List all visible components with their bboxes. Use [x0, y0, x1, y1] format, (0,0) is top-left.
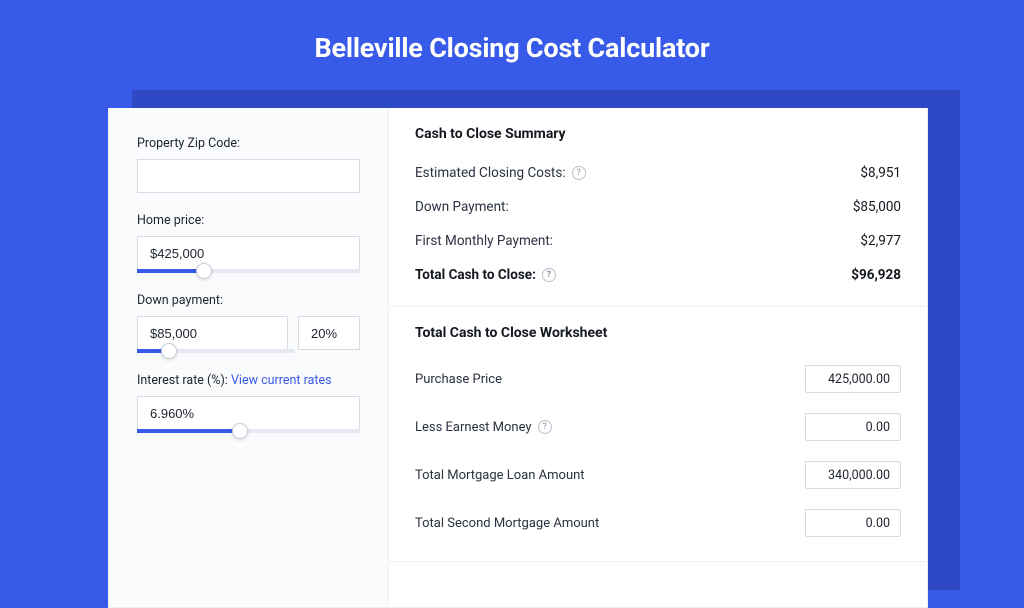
view-rates-link[interactable]: View current rates — [231, 373, 332, 388]
calculator-card: Property Zip Code: Home price: Down paym… — [108, 108, 928, 608]
interest-rate-field: Interest rate (%): View current rates — [137, 373, 360, 433]
worksheet-section: Total Cash to Close Worksheet Purchase P… — [389, 307, 927, 562]
home-price-slider[interactable] — [137, 269, 360, 273]
help-icon[interactable]: ? — [542, 268, 556, 282]
summary-first-label: First Monthly Payment: — [415, 233, 553, 249]
summary-down-label: Down Payment: — [415, 199, 509, 215]
summary-closing-value: $8,951 — [860, 165, 901, 181]
page-title: Belleville Closing Cost Calculator — [314, 32, 709, 64]
interest-rate-input[interactable] — [137, 396, 360, 430]
interest-rate-slider[interactable] — [137, 429, 360, 433]
worksheet-loan-label: Total Mortgage Loan Amount — [415, 468, 585, 483]
worksheet-title: Total Cash to Close Worksheet — [415, 325, 901, 341]
summary-section: Cash to Close Summary Estimated Closing … — [389, 108, 927, 307]
home-price-input[interactable] — [137, 236, 360, 270]
summary-row-total: Total Cash to Close: ? $96,928 — [415, 258, 901, 292]
summary-row-down: Down Payment: $85,000 — [415, 190, 901, 224]
down-payment-amount-input[interactable] — [137, 316, 288, 350]
interest-rate-label: Interest rate (%): View current rates — [137, 373, 360, 388]
summary-total-value: $96,928 — [851, 267, 901, 283]
interest-rate-slider-fill — [137, 429, 240, 433]
worksheet-row-earnest: Less Earnest Money ? 0.00 — [415, 403, 901, 451]
interest-rate-label-text: Interest rate (%): — [137, 373, 228, 388]
help-icon[interactable]: ? — [538, 420, 552, 434]
worksheet-second-label: Total Second Mortgage Amount — [415, 516, 599, 531]
worksheet-loan-value[interactable]: 340,000.00 — [805, 461, 901, 489]
home-price-slider-fill — [137, 269, 204, 273]
zip-field: Property Zip Code: — [137, 136, 360, 193]
down-payment-slider-thumb[interactable] — [161, 343, 177, 359]
down-payment-pct-input[interactable] — [298, 316, 360, 350]
worksheet-row-purchase: Purchase Price 425,000.00 — [415, 355, 901, 403]
home-price-slider-thumb[interactable] — [196, 263, 212, 279]
summary-row-first: First Monthly Payment: $2,977 — [415, 224, 901, 258]
help-icon[interactable]: ? — [572, 166, 586, 180]
summary-row-closing: Estimated Closing Costs: ? $8,951 — [415, 156, 901, 190]
worksheet-row-second: Total Second Mortgage Amount 0.00 — [415, 499, 901, 547]
results-panel: Cash to Close Summary Estimated Closing … — [389, 108, 927, 607]
worksheet-second-value[interactable]: 0.00 — [805, 509, 901, 537]
worksheet-row-loan: Total Mortgage Loan Amount 340,000.00 — [415, 451, 901, 499]
home-price-label: Home price: — [137, 213, 360, 228]
summary-down-value: $85,000 — [853, 199, 901, 215]
down-payment-field: Down payment: — [137, 293, 360, 353]
down-payment-label: Down payment: — [137, 293, 360, 308]
worksheet-purchase-label: Purchase Price — [415, 372, 502, 387]
summary-title: Cash to Close Summary — [415, 126, 901, 142]
summary-total-label: Total Cash to Close: — [415, 267, 536, 283]
worksheet-purchase-value[interactable]: 425,000.00 — [805, 365, 901, 393]
summary-first-value: $2,977 — [860, 233, 901, 249]
zip-label: Property Zip Code: — [137, 136, 360, 151]
home-price-field: Home price: — [137, 213, 360, 273]
interest-rate-slider-thumb[interactable] — [232, 423, 248, 439]
inputs-panel: Property Zip Code: Home price: Down paym… — [109, 108, 389, 607]
summary-closing-label: Estimated Closing Costs: — [415, 165, 566, 181]
worksheet-earnest-value[interactable]: 0.00 — [805, 413, 901, 441]
zip-input[interactable] — [137, 159, 360, 193]
down-payment-slider[interactable] — [137, 349, 295, 353]
worksheet-earnest-label: Less Earnest Money — [415, 420, 532, 435]
